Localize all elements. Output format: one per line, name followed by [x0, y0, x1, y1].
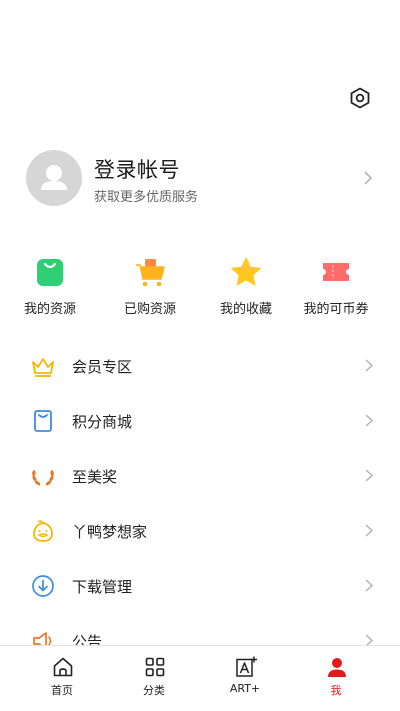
chevron-right-icon	[365, 414, 374, 427]
shortcut-my-resources[interactable]: 我的资源	[0, 256, 100, 320]
chevron-right-icon	[365, 469, 374, 482]
default-avatar-icon	[41, 165, 67, 190]
laurel-icon	[32, 470, 54, 486]
chevron-right-icon	[365, 579, 374, 592]
star-icon	[231, 257, 261, 286]
art-plus-icon	[236, 656, 257, 677]
tab-label: 分类	[143, 684, 165, 697]
tab-home[interactable]: 首页	[12, 646, 112, 711]
grid-icon	[145, 657, 165, 677]
chevron-right-icon	[365, 524, 374, 537]
shopping-bag-icon	[34, 410, 52, 432]
tab-art-plus[interactable]: ART+	[195, 646, 295, 711]
bottom-tab-bar: 首页 分类 ART+ 我	[0, 645, 400, 711]
shortcut-coupons[interactable]: 我的可币券	[286, 256, 386, 320]
login-profile-row[interactable]: 登录帐号 获取更多优质服务	[0, 146, 400, 210]
chevron-right-icon	[365, 359, 374, 372]
avatar[interactable]	[26, 150, 82, 206]
menu-item-points-mall[interactable]: 积分商城	[0, 393, 400, 448]
shortcut-label: 已购资源	[123, 302, 176, 317]
shortcut-favorites[interactable]: 我的收藏	[196, 256, 296, 320]
menu-item-label: 积分商城	[72, 413, 133, 431]
menu-item-label: 会员专区	[72, 358, 133, 376]
menu-item-membership[interactable]: 会员专区	[0, 338, 400, 393]
duck-icon	[33, 520, 53, 542]
cart-icon	[136, 259, 165, 287]
chevron-right-icon	[364, 171, 373, 185]
menu-item-label: 丫鸭梦想家	[72, 523, 148, 541]
shortcut-grid: 我的资源 已购资源 我的收藏 我的可币券	[0, 256, 400, 320]
menu-item-downloads[interactable]: 下载管理	[0, 558, 400, 613]
tab-me[interactable]: 我	[286, 646, 386, 711]
login-title[interactable]: 登录帐号	[94, 154, 180, 184]
crown-icon	[32, 358, 54, 377]
menu-item-label: 至美奖	[72, 468, 118, 486]
tab-categories[interactable]: 分类	[104, 646, 204, 711]
tab-label: ART+	[229, 682, 261, 695]
menu-item-dreamer[interactable]: 丫鸭梦想家	[0, 503, 400, 558]
login-subtitle: 获取更多优质服务	[94, 190, 199, 205]
shortcut-purchased[interactable]: 已购资源	[100, 256, 200, 320]
person-icon	[328, 658, 346, 677]
download-icon	[32, 575, 54, 597]
tab-label: 首页	[51, 684, 73, 697]
tab-label: 我	[330, 684, 342, 697]
shortcut-label: 我的收藏	[219, 302, 272, 317]
menu-item-award[interactable]: 至美奖	[0, 448, 400, 503]
bag-icon	[37, 259, 63, 286]
menu-item-label: 下载管理	[72, 578, 133, 596]
shortcut-label: 我的资源	[23, 302, 76, 317]
home-icon	[53, 657, 73, 677]
shortcut-label: 我的可币券	[303, 302, 369, 317]
ticket-icon	[323, 263, 349, 281]
settings-icon[interactable]	[348, 86, 372, 110]
